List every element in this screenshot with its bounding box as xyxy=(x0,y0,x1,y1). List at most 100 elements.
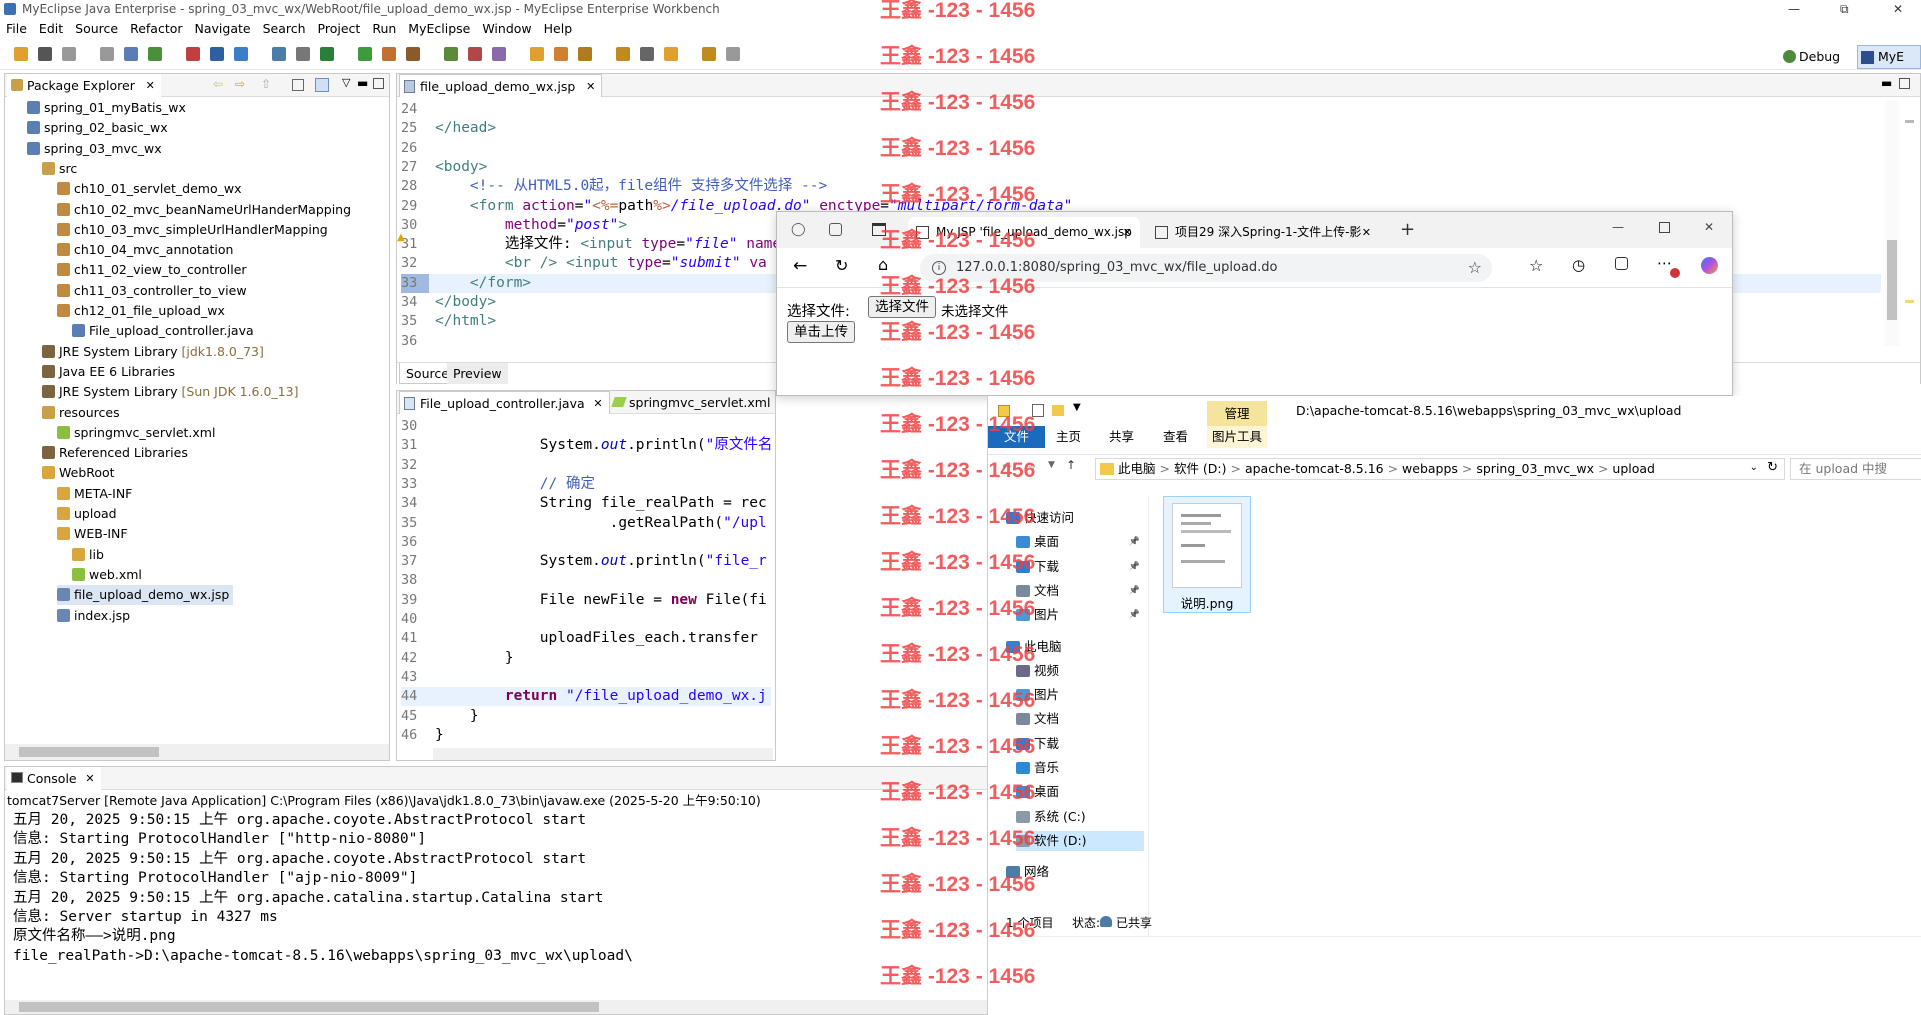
springmvc-xml-tab[interactable]: springmvc_servlet.xml xyxy=(609,391,776,414)
menu-item-edit[interactable]: Edit xyxy=(33,18,69,40)
tree-item-lib[interactable]: lib xyxy=(72,545,104,565)
breadcrumb-segment[interactable]: webapps xyxy=(1402,461,1458,476)
nav-item-document[interactable]: 文档 📌 xyxy=(1016,581,1144,601)
collections-icon[interactable] xyxy=(829,223,842,236)
maximize-view-icon[interactable] xyxy=(373,78,384,89)
link-with-editor-icon[interactable] xyxy=(315,78,329,92)
menu-item-source[interactable]: Source xyxy=(69,18,124,40)
chevron-right-icon[interactable]: > xyxy=(1227,461,1245,476)
tree-item-java-ee-6-libraries[interactable]: Java EE 6 Libraries xyxy=(42,362,175,382)
java-editor-tab[interactable]: File_upload_controller.java ✕ xyxy=(399,391,610,414)
tree-item-ch10-02-mvc-beannameurlhandermapping[interactable]: ch10_02_mvc_beanNameUrlHanderMapping xyxy=(57,200,351,220)
toolbar-icon[interactable] xyxy=(702,47,716,61)
back-icon[interactable]: ← xyxy=(1002,459,1012,473)
toolbar-icon[interactable] xyxy=(320,47,334,61)
breadcrumb-segment[interactable]: 软件 (D:) xyxy=(1174,461,1227,476)
nav-item-star[interactable]: 快速访问 xyxy=(1006,508,1144,528)
view-menu-icon[interactable]: ▽ xyxy=(342,76,350,89)
submit-upload-button[interactable]: 单击上传 xyxy=(787,321,855,343)
profile-icon[interactable]: ◯ xyxy=(791,222,806,237)
chevron-right-icon[interactable]: > xyxy=(1594,461,1612,476)
java-code-area[interactable]: 30 31 System.out.println("原文件名 32 33 // 确定 3… xyxy=(401,417,771,747)
nav-item-desktop[interactable]: 桌面 📌 xyxy=(1016,532,1144,552)
nav-item-picture[interactable]: 图片 📌 xyxy=(1016,605,1144,625)
toolbar-icon[interactable] xyxy=(272,47,286,61)
v-scroll-thumb[interactable] xyxy=(1887,240,1897,320)
extensions-icon[interactable] xyxy=(1615,257,1628,270)
breadcrumb-segment[interactable]: spring_03_mvc_wx xyxy=(1476,461,1594,476)
nav-item-drive[interactable]: 软件 (D:) xyxy=(1016,830,1144,851)
menu-item-refactor[interactable]: Refactor xyxy=(124,18,188,40)
ribbon-tab-picture-tools[interactable]: 图片工具 xyxy=(1207,426,1267,448)
tree-item-ch10-01-servlet-demo-wx[interactable]: ch10_01_servlet_demo_wx xyxy=(57,179,241,199)
toolbar-icon[interactable] xyxy=(406,47,420,61)
h-scroll-thumb[interactable] xyxy=(19,1002,599,1012)
pin-icon[interactable]: 📌 xyxy=(1129,557,1140,577)
toolbar-icon[interactable] xyxy=(726,47,740,61)
tree-item-meta-inf[interactable]: META-INF xyxy=(57,484,132,504)
menu-item-window[interactable]: Window xyxy=(476,18,537,40)
address-dropdown-icon[interactable]: ⌄ xyxy=(1750,462,1758,473)
toolbar-icon[interactable] xyxy=(444,47,458,61)
nav-item-download[interactable]: 下载 📌 xyxy=(1016,557,1144,577)
nav-item-music[interactable]: 音乐 xyxy=(1016,758,1144,778)
back-icon[interactable]: ← xyxy=(793,256,807,276)
tree-item-webroot[interactable]: WebRoot xyxy=(42,463,115,483)
breadcrumb-segment[interactable]: 此电脑 xyxy=(1118,461,1156,476)
menu-item-navigate[interactable]: Navigate xyxy=(189,18,257,40)
nav-item-computer[interactable]: 此电脑 xyxy=(1006,637,1144,657)
minimize-editor-icon[interactable]: ▬ xyxy=(1881,76,1892,90)
refresh-icon[interactable]: ↻ xyxy=(835,256,848,275)
properties-icon[interactable] xyxy=(1032,404,1044,417)
file-item[interactable]: 说明.png xyxy=(1163,496,1251,613)
browser-tab-active[interactable]: My JSP 'file_upload_demo_wx.jsp ✕ xyxy=(908,217,1140,248)
tree-item-web-xml[interactable]: web.xml xyxy=(72,565,142,585)
package-explorer-h-scrollbar[interactable] xyxy=(5,744,389,760)
tree-item-web-inf[interactable]: WEB-INF xyxy=(57,524,128,544)
customize-toolbar-icon[interactable]: ▼ xyxy=(1073,402,1081,413)
breadcrumb-segment[interactable]: upload xyxy=(1612,461,1655,476)
tree-item-resources[interactable]: resources xyxy=(42,403,120,423)
nav-item-video[interactable]: 视频 xyxy=(1016,661,1144,681)
close-tab-icon[interactable]: ✕ xyxy=(85,767,94,790)
forward-icon[interactable]: → xyxy=(1026,459,1036,473)
maximize-icon[interactable] xyxy=(1659,222,1670,233)
tree-item-index-jsp[interactable]: index.jsp xyxy=(57,606,130,626)
menu-item-search[interactable]: Search xyxy=(257,18,312,40)
toolbar-icon[interactable] xyxy=(492,47,506,61)
console-tab[interactable]: Console ✕ xyxy=(7,767,101,790)
refresh-icon[interactable]: ↻ xyxy=(1767,460,1778,475)
up-icon[interactable]: ↑ xyxy=(1066,458,1076,472)
home-icon[interactable]: ⌂ xyxy=(878,255,888,274)
close-tab-icon[interactable]: ✕ xyxy=(146,74,155,97)
breadcrumb-segment[interactable]: apache-tomcat-8.5.16 xyxy=(1245,461,1384,476)
close-tab-icon[interactable]: ✕ xyxy=(1362,217,1371,248)
toolbar-icon[interactable] xyxy=(530,47,544,61)
restore-icon[interactable]: ⧉ xyxy=(1840,0,1849,18)
browser-tab-inactive[interactable]: 项目29 深入Spring-1-文件上传-影 ✕ xyxy=(1147,217,1377,248)
nav-item-desktop[interactable]: 桌面 xyxy=(1016,782,1144,802)
explorer-address-bar[interactable]: 此电脑 > 软件 (D:) > apache-tomcat-8.5.16 > w… xyxy=(1095,458,1785,480)
toolbar-icon[interactable] xyxy=(210,47,224,61)
ribbon-tab-file[interactable]: 文件 xyxy=(988,426,1045,448)
close-icon[interactable]: ✕ xyxy=(1704,220,1714,234)
close-tab-icon[interactable]: ✕ xyxy=(586,75,595,98)
copilot-icon[interactable] xyxy=(1701,257,1718,274)
minimize-icon[interactable]: — xyxy=(1612,220,1624,234)
toolbar-icon[interactable] xyxy=(124,47,138,61)
minimize-view-icon[interactable]: ▬ xyxy=(357,76,368,90)
favorite-star-icon[interactable]: ☆ xyxy=(1468,254,1482,282)
new-tab-icon[interactable]: + xyxy=(1400,219,1415,240)
ribbon-tab-share[interactable]: 共享 xyxy=(1109,426,1134,448)
ribbon-tab-home[interactable]: 主页 xyxy=(1056,426,1081,448)
forward-icon[interactable]: ⇨ xyxy=(235,77,245,91)
menu-item-run[interactable]: Run xyxy=(366,18,402,40)
nav-item-download[interactable]: 下载 xyxy=(1016,734,1144,754)
toolbar-icon[interactable] xyxy=(234,47,248,61)
tree-item-ch10-04-mvc-annotation[interactable]: ch10_04_mvc_annotation xyxy=(57,240,233,260)
toolbar-icon[interactable] xyxy=(640,47,654,61)
menu-item-file[interactable]: File xyxy=(0,18,33,40)
toolbar-icon[interactable] xyxy=(148,47,162,61)
choose-file-button[interactable]: 选择文件 xyxy=(868,296,936,318)
toolbar-icon[interactable] xyxy=(296,47,310,61)
